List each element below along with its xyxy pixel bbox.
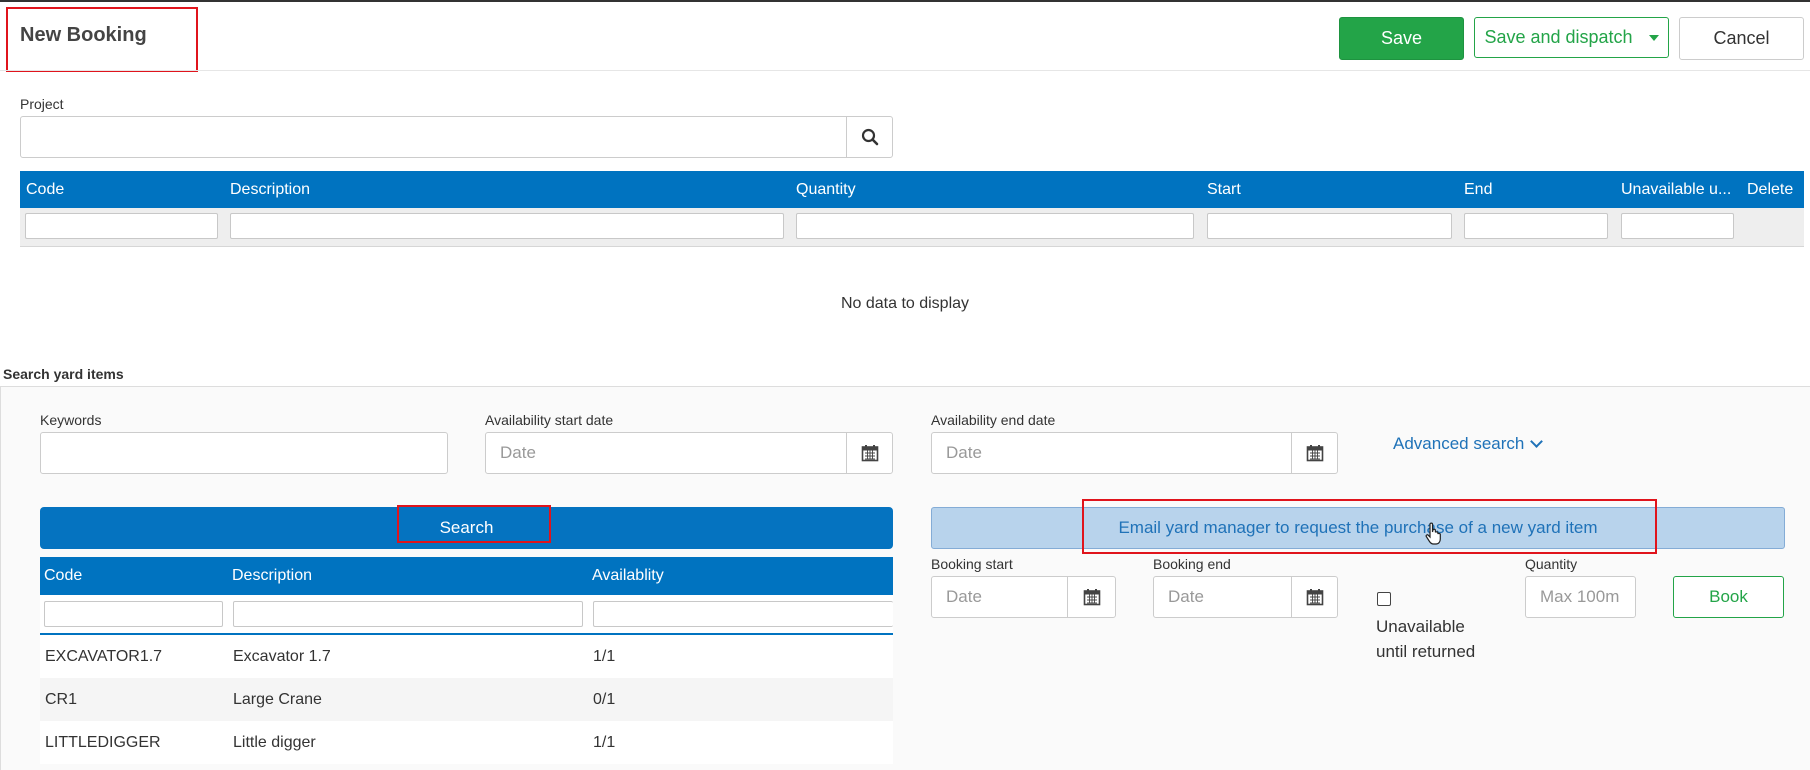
booking-start-label: Booking start bbox=[931, 556, 1013, 572]
filter-unavailable[interactable] bbox=[1621, 213, 1734, 239]
save-and-dispatch-button[interactable]: Save and dispatch bbox=[1474, 17, 1669, 58]
filter-code[interactable] bbox=[25, 213, 218, 239]
table-row[interactable]: CR1 Large Crane 0/1 bbox=[40, 678, 893, 721]
availability-start-input[interactable]: Date bbox=[485, 432, 847, 474]
items-grid-header: Code Description Availablity bbox=[40, 557, 893, 595]
cell-availability: 1/1 bbox=[593, 734, 616, 751]
col-quantity[interactable]: Quantity bbox=[796, 181, 856, 199]
quantity-input[interactable]: Max 100m bbox=[1525, 576, 1636, 618]
booking-start-calendar-button[interactable] bbox=[1067, 576, 1116, 618]
cancel-button-label: Cancel bbox=[1713, 28, 1770, 48]
booking-end-calendar-button[interactable] bbox=[1291, 576, 1338, 618]
table-row[interactable]: EXCAVATOR1.7 Excavator 1.7 1/1 bbox=[40, 635, 893, 678]
header-divider bbox=[0, 70, 1810, 71]
unavailable-label-line2: until returned bbox=[1376, 642, 1476, 661]
book-button[interactable]: Book bbox=[1673, 576, 1784, 618]
advanced-search-link[interactable]: Advanced search bbox=[1393, 434, 1544, 454]
save-and-dispatch-label: Save and dispatch bbox=[1484, 27, 1633, 47]
booking-grid-filter-row bbox=[20, 208, 1804, 247]
items-filter-code[interactable] bbox=[44, 601, 223, 627]
highlight-email-box bbox=[1082, 499, 1657, 554]
booking-end-label: Booking end bbox=[1153, 556, 1231, 572]
cell-description: Little digger bbox=[233, 734, 316, 751]
col-description[interactable]: Description bbox=[230, 181, 310, 199]
unavailable-label-line1: Unavailable bbox=[1376, 617, 1465, 636]
availability-start-calendar-button[interactable] bbox=[846, 432, 893, 474]
availability-end-label: Availability end date bbox=[931, 412, 1056, 428]
new-booking-page: New Booking Save Save and dispatch Cance… bbox=[0, 0, 1810, 770]
calendar-icon bbox=[1083, 589, 1100, 606]
project-input[interactable] bbox=[20, 116, 847, 158]
items-grid-filter-row bbox=[40, 595, 893, 635]
availability-end-calendar-button[interactable] bbox=[1291, 432, 1338, 474]
table-row[interactable]: LITTLEDIGGER Little digger 1/1 bbox=[40, 721, 893, 764]
booking-grid-header: Code Description Quantity Start End Unav… bbox=[20, 171, 1804, 208]
items-col-code[interactable]: Code bbox=[44, 567, 82, 585]
items-col-availability[interactable]: Availablity bbox=[592, 567, 664, 585]
cell-code: EXCAVATOR1.7 bbox=[45, 648, 163, 665]
col-unavailable[interactable]: Unavailable u... bbox=[1621, 181, 1731, 199]
availability-start-label: Availability start date bbox=[485, 412, 614, 428]
keywords-label: Keywords bbox=[40, 412, 102, 428]
project-search-button[interactable] bbox=[846, 116, 893, 158]
cell-description: Excavator 1.7 bbox=[233, 648, 331, 665]
empty-message: No data to display bbox=[840, 295, 970, 312]
advanced-search-label: Advanced search bbox=[1393, 434, 1525, 453]
col-delete[interactable]: Delete bbox=[1747, 181, 1793, 199]
items-filter-description[interactable] bbox=[233, 601, 583, 627]
calendar-icon bbox=[1306, 445, 1323, 462]
hand-cursor-icon bbox=[1425, 522, 1441, 545]
booking-end-input[interactable]: Date bbox=[1153, 576, 1292, 618]
keywords-input[interactable] bbox=[40, 432, 448, 474]
highlight-search-box bbox=[397, 505, 551, 543]
col-code[interactable]: Code bbox=[26, 181, 64, 199]
chevron-down-icon bbox=[1530, 435, 1544, 448]
calendar-icon bbox=[1306, 589, 1323, 606]
save-button[interactable]: Save bbox=[1339, 17, 1464, 60]
booking-start-input[interactable]: Date bbox=[931, 576, 1068, 618]
quantity-label: Quantity bbox=[1525, 556, 1578, 572]
unavailable-until-returned-label: Unavailable until returned bbox=[1376, 614, 1475, 664]
cancel-button[interactable]: Cancel bbox=[1679, 17, 1804, 60]
book-button-label: Book bbox=[1709, 587, 1748, 606]
save-button-label: Save bbox=[1380, 28, 1423, 48]
filter-description[interactable] bbox=[230, 213, 784, 239]
items-filter-availability[interactable] bbox=[593, 601, 893, 627]
cell-code: LITTLEDIGGER bbox=[45, 734, 161, 751]
unavailable-until-returned-checkbox[interactable] bbox=[1377, 592, 1391, 606]
cell-description: Large Crane bbox=[233, 691, 322, 708]
project-label: Project bbox=[20, 96, 64, 112]
search-icon bbox=[861, 128, 878, 146]
filter-end[interactable] bbox=[1464, 213, 1608, 239]
items-grid-body: EXCAVATOR1.7 Excavator 1.7 1/1 CR1 Large… bbox=[40, 635, 893, 764]
cell-availability: 1/1 bbox=[593, 648, 616, 665]
calendar-icon bbox=[861, 445, 878, 462]
cell-availability: 0/1 bbox=[593, 691, 616, 708]
availability-end-input[interactable]: Date bbox=[931, 432, 1292, 474]
items-col-description[interactable]: Description bbox=[232, 567, 312, 585]
caret-down-icon[interactable] bbox=[1648, 34, 1659, 41]
filter-start[interactable] bbox=[1207, 213, 1452, 239]
filter-quantity[interactable] bbox=[796, 213, 1194, 239]
col-start[interactable]: Start bbox=[1207, 181, 1241, 199]
cell-code: CR1 bbox=[45, 691, 78, 708]
section-title: Search yard items bbox=[3, 366, 124, 382]
highlight-title-box bbox=[6, 7, 198, 72]
col-end[interactable]: End bbox=[1464, 181, 1492, 199]
top-border bbox=[0, 0, 1810, 2]
